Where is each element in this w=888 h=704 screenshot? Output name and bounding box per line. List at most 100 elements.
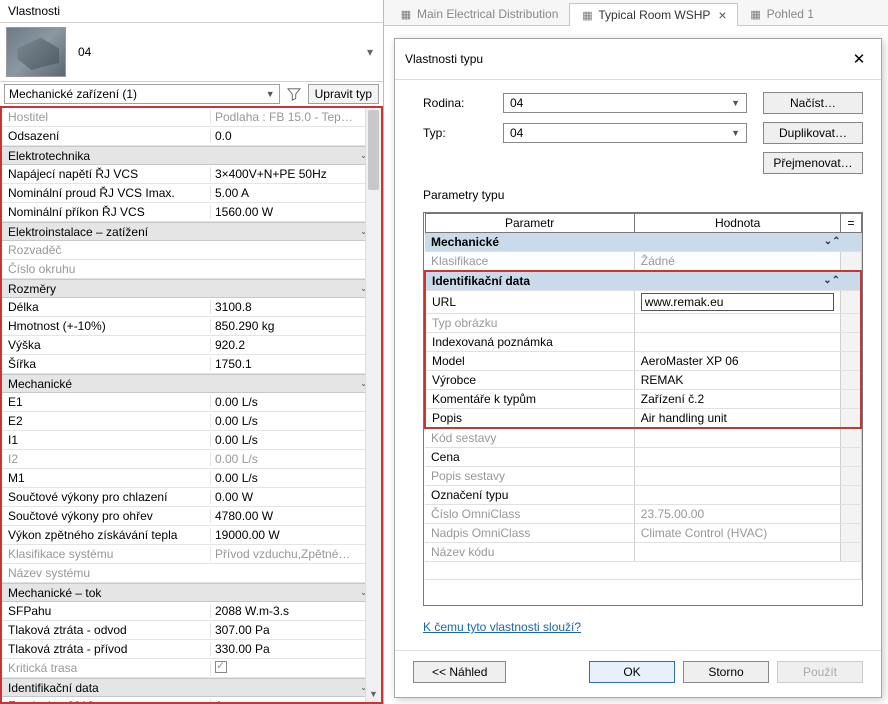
property-value[interactable]: 2088 W.m-3.s (210, 604, 381, 618)
column-parameter[interactable]: Parametr (425, 214, 634, 233)
param-row[interactable]: Kód sestavy (425, 428, 861, 448)
property-row[interactable]: Klasifikace systémuPřívod vzduchu,Zpětné… (2, 545, 381, 564)
param-row[interactable]: Označení typu (425, 486, 861, 505)
param-value[interactable]: Climate Control (HVAC) (634, 524, 841, 543)
property-value[interactable]: Podlaha : FB 15.0 - Tep… (210, 110, 381, 124)
property-group-header[interactable]: Mechanické – tok⌄⌃ (2, 583, 381, 602)
view-tab[interactable]: ▦Typical Room WSHP× (569, 3, 737, 26)
property-row[interactable]: Výška920.2 (2, 336, 381, 355)
property-row[interactable]: M10.00 L/s (2, 469, 381, 488)
property-value[interactable]: 3×400V+N+PE 50Hz (210, 167, 381, 181)
property-value[interactable]: 0.00 W (210, 490, 381, 504)
property-row[interactable]: Ecodesign 2018Ano (2, 697, 381, 702)
param-row[interactable]: ModelAeroMaster XP 06 (425, 352, 861, 371)
help-link[interactable]: K čemu tyto vlastnosti slouží? (423, 620, 863, 634)
param-row[interactable]: Cena (425, 448, 861, 467)
property-value[interactable]: Přívod vzduchu,Zpětné… (210, 547, 381, 561)
property-value[interactable]: 0.0 (210, 129, 381, 143)
ok-button[interactable]: OK (589, 661, 675, 683)
property-value[interactable]: 4780.00 W (210, 509, 381, 523)
property-value[interactable]: 0.00 L/s (210, 433, 381, 447)
param-value[interactable] (634, 428, 841, 448)
property-row[interactable]: I10.00 L/s (2, 431, 381, 450)
property-value[interactable]: 920.2 (210, 338, 381, 352)
property-value[interactable]: 3100.8 (210, 300, 381, 314)
param-row[interactable]: Popis sestavy (425, 467, 861, 486)
param-value[interactable] (634, 333, 841, 352)
property-row[interactable]: Napájecí napětí ŘJ VCS3×400V+N+PE 50Hz (2, 165, 381, 184)
param-group-header[interactable]: Mechanické⌄⌃ (425, 233, 861, 252)
property-row[interactable]: Číslo okruhu (2, 260, 381, 279)
param-value[interactable]: AeroMaster XP 06 (634, 352, 841, 371)
property-row[interactable]: Rozvaděč (2, 241, 381, 260)
param-value[interactable]: 23.75.00.00 (634, 505, 841, 524)
property-row[interactable]: Tlaková ztráta - odvod307.00 Pa (2, 621, 381, 640)
property-row[interactable]: Název systému (2, 564, 381, 583)
url-input[interactable] (641, 293, 835, 311)
preview-button[interactable]: << Náhled (413, 661, 506, 683)
family-select[interactable]: 04 ▼ (503, 93, 747, 113)
property-value[interactable]: 5.00 A (210, 186, 381, 200)
property-value[interactable]: 0.00 L/s (210, 395, 381, 409)
property-row[interactable]: Nominální proud ŘJ VCS Imax.5.00 A (2, 184, 381, 203)
property-value[interactable]: 0.00 L/s (210, 452, 381, 466)
property-row[interactable]: I20.00 L/s (2, 450, 381, 469)
property-row[interactable]: SFPahu2088 W.m-3.s (2, 602, 381, 621)
chevron-down-icon[interactable]: ▾ (363, 45, 377, 59)
param-value[interactable]: REMAK (634, 371, 841, 390)
tab-close-icon[interactable]: × (718, 8, 726, 22)
property-value[interactable]: 0.00 L/s (210, 414, 381, 428)
param-row[interactable]: Název kódu (425, 543, 861, 562)
param-value[interactable] (634, 314, 841, 333)
param-value[interactable]: Žádné (634, 252, 841, 272)
scrollbar-thumb[interactable] (368, 110, 379, 190)
param-row[interactable]: PopisAir handling unit (425, 409, 861, 429)
property-value[interactable]: 0.00 L/s (210, 471, 381, 485)
param-value[interactable] (634, 467, 841, 486)
property-value[interactable]: Ano (210, 699, 381, 702)
property-value[interactable]: 1560.00 W (210, 205, 381, 219)
property-row[interactable]: Výkon zpětného získávání tepla19000.00 W (2, 526, 381, 545)
property-row[interactable]: Kritická trasa (2, 659, 381, 678)
load-button[interactable]: Načíst… (763, 92, 863, 114)
cancel-button[interactable]: Storno (683, 661, 769, 683)
property-value[interactable]: 307.00 Pa (210, 623, 381, 637)
property-row[interactable]: E20.00 L/s (2, 412, 381, 431)
property-row[interactable]: Součtové výkony pro chlazení0.00 W (2, 488, 381, 507)
param-row[interactable]: Číslo OmniClass23.75.00.00 (425, 505, 861, 524)
param-row[interactable]: URL (425, 291, 861, 314)
scroll-down-icon[interactable]: ▼ (366, 686, 381, 702)
param-value[interactable]: Air handling unit (634, 409, 841, 429)
param-value[interactable]: Zařízení č.2 (634, 390, 841, 409)
view-tab[interactable]: ▦Main Electrical Distribution (388, 2, 569, 25)
param-row[interactable]: Indexovaná poznámka (425, 333, 861, 352)
property-value[interactable]: 330.00 Pa (210, 642, 381, 656)
rename-button[interactable]: Přejmenovat… (763, 152, 863, 174)
column-equals[interactable]: = (841, 214, 861, 233)
property-value[interactable]: 19000.00 W (210, 528, 381, 542)
property-row[interactable]: Délka3100.8 (2, 298, 381, 317)
property-group-header[interactable]: Rozměry⌄⌃ (2, 279, 381, 298)
param-row[interactable]: Nadpis OmniClassClimate Control (HVAC) (425, 524, 861, 543)
property-value[interactable] (210, 661, 381, 676)
view-tab[interactable]: ▦Pohled 1 (738, 2, 825, 25)
property-row[interactable]: Odsazení0.0 (2, 127, 381, 146)
scrollbar[interactable]: ▲ ▼ (365, 108, 381, 702)
property-row[interactable]: Hmotnost (+-10%)850.290 kg (2, 317, 381, 336)
param-value[interactable] (634, 543, 841, 562)
param-row[interactable]: Typ obrázku (425, 314, 861, 333)
expand-icon[interactable]: ⌄⌃ (823, 275, 840, 286)
property-value[interactable]: 1750.1 (210, 357, 381, 371)
close-icon[interactable]: ✕ (847, 47, 871, 71)
property-group-header[interactable]: Elektrotechnika⌄⌃ (2, 146, 381, 165)
property-row[interactable]: Tlaková ztráta - přívod330.00 Pa (2, 640, 381, 659)
property-row[interactable]: HostitelPodlaha : FB 15.0 - Tep… (2, 108, 381, 127)
param-value[interactable] (634, 448, 841, 467)
type-select[interactable]: 04 ▼ (503, 123, 747, 143)
param-group-header[interactable]: Identifikační data⌄⌃ (425, 271, 861, 291)
property-group-header[interactable]: Elektroinstalace – zatížení⌄⌃ (2, 222, 381, 241)
property-row[interactable]: Nominální příkon ŘJ VCS1560.00 W (2, 203, 381, 222)
param-value[interactable] (634, 486, 841, 505)
param-row[interactable]: VýrobceREMAK (425, 371, 861, 390)
property-row[interactable]: E10.00 L/s (2, 393, 381, 412)
